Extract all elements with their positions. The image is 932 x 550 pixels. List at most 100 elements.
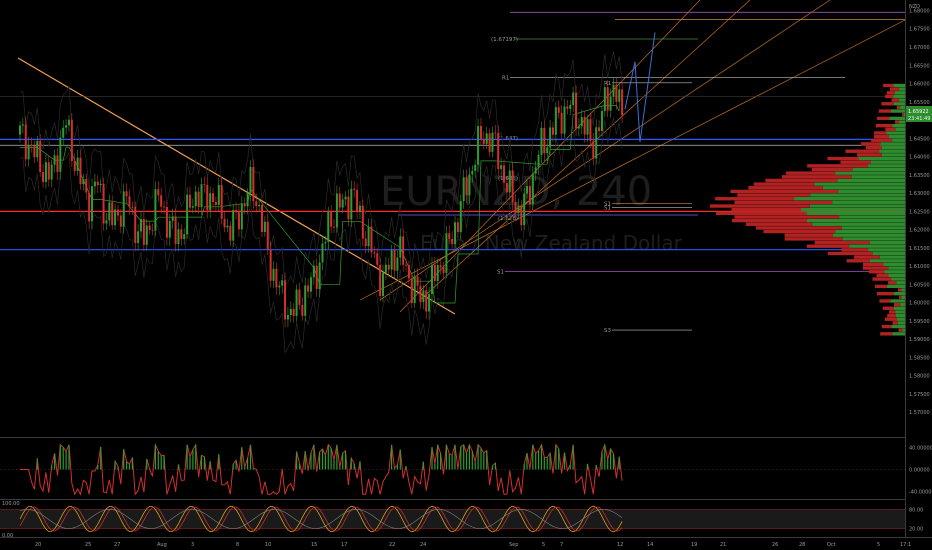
profile-sell-bar [865, 145, 882, 150]
candle-body [151, 229, 154, 231]
profile-sell-bar [763, 229, 836, 234]
candle-body [304, 285, 307, 316]
time-tick-label: 17:1 [900, 542, 911, 548]
time-tick-label: 5 [542, 542, 545, 548]
profile-buy-bar [868, 248, 905, 252]
profile-sell-bar [840, 160, 871, 164]
candle-body [70, 119, 73, 162]
candle-body [24, 124, 27, 160]
profile-buy-bar [899, 98, 905, 102]
profile-sell-bar [710, 204, 810, 208]
profile-sell-bar [863, 262, 884, 267]
profile-buy-bar [895, 313, 905, 318]
price-tick-label: 1.63000 [909, 191, 930, 197]
osc2-band-fill [0, 509, 905, 529]
candle-body [171, 216, 174, 221]
candle-body [312, 265, 315, 278]
profile-sell-bar [876, 291, 894, 296]
currency-label: NZD [909, 4, 920, 10]
price-tick-label: 1.64500 [909, 136, 930, 142]
candle-body [459, 201, 462, 233]
candle-body [76, 157, 79, 171]
profile-buy-bar [870, 160, 905, 164]
profile-buy-bar [879, 255, 905, 259]
profile-buy-bar [835, 171, 905, 175]
candle-body [67, 119, 70, 126]
price-tick-label: 1.67500 [909, 27, 930, 33]
profile-sell-bar [896, 105, 901, 110]
profile-buy-bar [888, 273, 905, 278]
candle-body [344, 196, 347, 200]
candle-body [551, 127, 554, 135]
candle-body [612, 84, 615, 97]
level-label: (1.67197) [491, 37, 518, 43]
profile-sell-bar [781, 175, 852, 179]
profile-sell-bar [715, 211, 807, 215]
candle-body [134, 207, 137, 244]
profile-sell-bar [889, 310, 896, 314]
candle-body [139, 219, 143, 232]
candle-body [30, 144, 33, 147]
candle-body [367, 226, 370, 247]
candle-body [278, 285, 281, 288]
profile-buy-bar [894, 91, 905, 95]
candle-body [554, 107, 557, 135]
candle-body [240, 203, 243, 230]
profile-sell-bar [868, 270, 885, 274]
candle-body [36, 140, 39, 158]
candle-body [505, 182, 508, 193]
price-tick-label: 1.62500 [909, 209, 930, 215]
candle-body [603, 87, 606, 112]
candle-body [621, 89, 624, 116]
candle-body [563, 106, 566, 134]
candle-body [191, 206, 194, 208]
candle-body [387, 264, 390, 270]
price-tick-label: 1.59500 [909, 319, 930, 325]
candle-body [321, 243, 324, 263]
profile-buy-bar [842, 237, 905, 241]
osc1-tick-label: 40.00000 [909, 446, 932, 452]
candle-body [514, 202, 517, 214]
candle-body [82, 178, 85, 185]
candle-body [508, 170, 511, 193]
profile-buy-bar [892, 123, 905, 128]
candle-body [258, 204, 261, 207]
time-tick-label: 22 [389, 542, 395, 548]
candle-body [531, 173, 534, 205]
profile-sell-bar [899, 295, 902, 299]
profile-sell-bar [876, 273, 889, 278]
candle-body [157, 189, 160, 196]
candle-body [286, 315, 289, 320]
profile-buy-bar [891, 324, 905, 329]
candle-body [263, 221, 266, 233]
candle-body [410, 278, 413, 304]
candle-body [407, 264, 410, 279]
candle-body [523, 193, 526, 226]
time-tick-label: 14 [647, 542, 653, 548]
candle-body [560, 112, 563, 134]
trading-chart[interactable]: EURNZD, 240 Euro / New Zealand Dollar (1… [0, 0, 932, 550]
candle-body [347, 196, 350, 220]
candle-body [260, 204, 264, 233]
candle-body [243, 203, 246, 207]
candle-body [21, 124, 24, 126]
profile-buy-bar [900, 105, 905, 110]
candle-body [183, 234, 186, 240]
price-tick-label: 1.61500 [909, 246, 930, 252]
profile-sell-bar [879, 299, 891, 303]
candle-body [180, 229, 183, 240]
profile-buy-bar [884, 270, 905, 274]
candle-body [606, 87, 609, 111]
candle-body [402, 236, 405, 265]
profile-buy-bar [895, 310, 905, 314]
candle-body [428, 293, 431, 312]
profile-buy-bar [886, 131, 905, 135]
profile-sell-bar [827, 251, 873, 256]
profile-buy-bar [872, 251, 905, 256]
profile-sell-bar [885, 127, 896, 131]
candle-body [168, 220, 171, 238]
profile-sell-bar [894, 302, 901, 307]
candle-body [494, 132, 497, 134]
candle-body [396, 257, 399, 271]
profile-sell-bar [888, 281, 897, 285]
